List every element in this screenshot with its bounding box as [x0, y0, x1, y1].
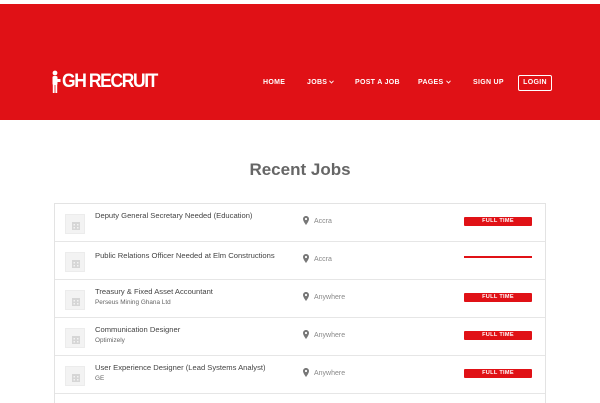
nav-jobs-label: JOBS [307, 79, 328, 86]
logo-text: GH RECRUIT [62, 71, 158, 92]
job-list: Deputy General Secretary Needed (Educati… [54, 203, 546, 403]
building-icon [65, 366, 85, 386]
site-logo[interactable]: GH RECRUIT [48, 70, 165, 94]
chevron-down-icon [445, 76, 451, 90]
job-location-text: Accra [314, 218, 332, 225]
chevron-down-icon [329, 76, 335, 90]
job-row[interactable]: Communication Designer Optimizely Anywhe… [55, 318, 545, 356]
map-pin-icon [303, 330, 309, 341]
map-pin-icon [303, 216, 309, 227]
nav-home-label: HOME [263, 79, 286, 86]
building-icon [65, 328, 85, 348]
job-location-text: Anywhere [314, 370, 346, 377]
nav-home[interactable]: HOME [263, 76, 285, 90]
section-title: Recent Jobs [249, 160, 351, 179]
job-title[interactable]: Treasury & Fixed Asset Accountant [95, 287, 285, 296]
job-location-text: Accra [314, 256, 332, 263]
building-icon [65, 214, 85, 234]
job-row[interactable]: Public Relations Officer Needed at Elm C… [55, 242, 545, 280]
site-header: GH RECRUIT [0, 4, 600, 120]
job-type-badge [464, 256, 532, 258]
job-company: GE [95, 375, 105, 382]
job-row[interactable]: Treasury & Fixed Asset Accountant Perseu… [55, 280, 545, 318]
job-type-badge: FULL TIME [464, 293, 532, 302]
building-icon [65, 290, 85, 310]
job-company: Optimizely [95, 337, 125, 344]
job-location: Accra [303, 216, 332, 227]
map-pin-icon [303, 368, 309, 379]
job-row[interactable]: Deputy General Secretary Needed (Educati… [55, 204, 545, 242]
job-title[interactable]: User Experience Designer (Lead Systems A… [95, 363, 285, 372]
nav-sign-up[interactable]: SIGN UP [473, 76, 504, 90]
nav-post-a-job-label: POST A JOB [355, 79, 400, 86]
job-location: Anywhere [303, 330, 345, 341]
job-location: Anywhere [303, 292, 345, 303]
person-figure-icon [48, 70, 62, 94]
job-type-badge: FULL TIME [464, 369, 532, 378]
nav-post-a-job[interactable]: POST A JOB [355, 76, 400, 90]
building-icon [65, 252, 85, 272]
job-title[interactable]: Communication Designer [95, 325, 285, 334]
nav-sign-up-label: SIGN UP [473, 79, 504, 86]
map-pin-icon [303, 292, 309, 303]
job-location-text: Anywhere [314, 294, 346, 301]
job-location: Accra [303, 254, 332, 265]
job-company: Perseus Mining Ghana Ltd [95, 299, 171, 306]
nav-jobs[interactable]: JOBS [307, 76, 335, 90]
job-title[interactable]: Deputy General Secretary Needed (Educati… [95, 211, 285, 220]
nav-pages-label: PAGES [418, 79, 444, 86]
map-pin-icon [303, 254, 309, 265]
job-location: Anywhere [303, 368, 345, 379]
job-title[interactable]: Public Relations Officer Needed at Elm C… [95, 251, 285, 260]
login-button[interactable]: LOGIN [518, 75, 552, 91]
job-row[interactable]: User Experience Designer (Lead Systems A… [55, 356, 545, 394]
job-type-badge: FULL TIME [464, 217, 532, 226]
nav-pages[interactable]: PAGES [418, 76, 451, 90]
job-location-text: Anywhere [314, 332, 346, 339]
job-type-badge: FULL TIME [464, 331, 532, 340]
